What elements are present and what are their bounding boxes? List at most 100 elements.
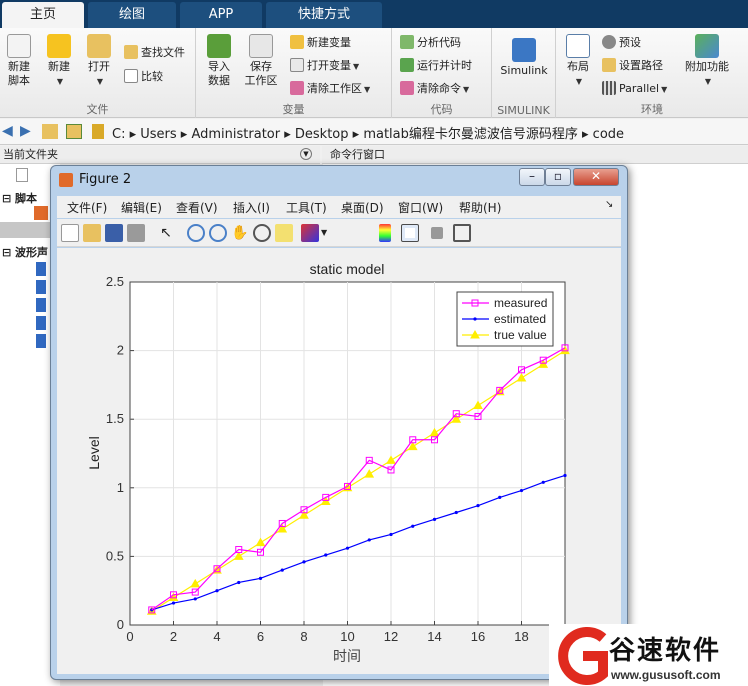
brand-url: www.gususoft.com <box>611 668 721 682</box>
watermark: 谷速软件 www.gususoft.com <box>549 624 748 686</box>
audio-file-icon[interactable] <box>36 280 46 294</box>
menu-view[interactable]: 查看(V) <box>176 199 218 216</box>
menu-desktop[interactable]: 桌面(D) <box>341 199 384 216</box>
brush-icon[interactable] <box>301 224 319 242</box>
figure-window[interactable]: Figure 2 – ▫ ✕ 文件(F) 编辑(E) 查看(V) 插入(I) 工… <box>50 165 628 680</box>
new-figure-icon[interactable] <box>61 224 79 242</box>
minimize-button[interactable]: – <box>519 168 545 186</box>
estimated-marker <box>519 488 524 493</box>
estimated-marker <box>498 495 502 500</box>
legend-icon[interactable] <box>401 224 419 242</box>
crumb-administrator[interactable]: Administrator <box>191 127 280 142</box>
legend[interactable]: measured estimated true value <box>456 291 554 347</box>
menubar-dock-icon[interactable]: ↘ <box>605 199 613 210</box>
compare-button[interactable]: 比较 <box>124 68 163 86</box>
analyze-code-button[interactable]: 分析代码 <box>400 34 461 52</box>
audio-file-icon[interactable] <box>36 316 46 330</box>
new-script-button[interactable]: 新建 脚本 <box>2 34 36 88</box>
environment-section-label: 环境 <box>641 103 663 116</box>
new-plus-icon <box>47 34 71 58</box>
preferences-button[interactable]: 预设 <box>602 34 641 52</box>
open-variable-button[interactable]: 打开变量 ▼ <box>290 57 359 75</box>
address-bar: ◀ ▶ C: ▸ Users ▸ Administrator ▸ Desktop… <box>0 119 748 145</box>
addons-label: 附加功能 <box>685 60 729 73</box>
audio-file-icon[interactable] <box>36 262 46 276</box>
browse-folder-icon[interactable] <box>66 124 82 139</box>
tab-home[interactable]: 主页 <box>2 2 84 28</box>
clear-workspace-button[interactable]: 清除工作区 ▼ <box>290 80 370 98</box>
command-window-header: 命令行窗口 <box>322 146 748 164</box>
panel-menu-icon[interactable]: ▼ <box>300 148 312 160</box>
print-icon[interactable] <box>127 224 145 242</box>
new-button[interactable]: 新建 ▼ <box>42 34 76 89</box>
crumb-drive[interactable]: C: <box>112 127 125 142</box>
brand-name: 谷速软件 <box>609 636 722 666</box>
script-file-icon[interactable] <box>34 206 48 220</box>
crumb-users[interactable]: Users <box>140 127 176 142</box>
tab-apps[interactable]: APP <box>180 2 262 28</box>
show-plot-tools-icon[interactable] <box>453 224 471 242</box>
pan-hand-icon[interactable]: ✋ <box>231 224 249 242</box>
menu-insert[interactable]: 插入(I) <box>233 199 270 216</box>
open-file-icon[interactable] <box>83 224 101 242</box>
pointer-icon[interactable]: ↖ <box>157 224 175 242</box>
x-tick-label: 8 <box>300 629 307 644</box>
line-chart[interactable]: 02468101214161820 00.511.522.5 static mo… <box>57 248 621 674</box>
close-button[interactable]: ✕ <box>573 168 619 186</box>
audio-file-icon[interactable] <box>36 298 46 312</box>
menu-edit[interactable]: 编辑(E) <box>121 199 162 216</box>
layout-button[interactable]: 布局 ▼ <box>560 34 596 89</box>
y-tick-label: 2.5 <box>106 274 124 289</box>
estimated-marker <box>193 597 197 601</box>
back-arrow-icon[interactable]: ◀ <box>2 123 13 139</box>
new-variable-button[interactable]: 新建变量 <box>290 34 351 52</box>
tree-waves-label: 波形声 <box>15 246 49 259</box>
simulink-button[interactable]: Simulink <box>496 38 552 78</box>
simulink-icon <box>512 38 536 62</box>
run-and-time-button[interactable]: 运行并计时 <box>400 57 472 75</box>
save-icon[interactable] <box>105 224 123 242</box>
colorbar-icon[interactable] <box>379 224 391 242</box>
new-script-label: 新建 脚本 <box>8 60 30 87</box>
open-button[interactable]: 打开 ▼ <box>82 34 116 89</box>
maximize-button[interactable]: ▫ <box>545 168 571 186</box>
rotate-3d-icon[interactable] <box>253 224 271 242</box>
new-label: 新建 <box>48 60 70 73</box>
tab-plots[interactable]: 绘图 <box>88 2 176 28</box>
breadcrumb[interactable]: C: ▸ Users ▸ Administrator ▸ Desktop ▸ m… <box>112 123 624 142</box>
tab-shortcuts[interactable]: 快捷方式 <box>266 2 382 28</box>
import-data-button[interactable]: 导入 数据 <box>202 34 236 88</box>
tree-scripts-group[interactable]: ⊟ 脚本 <box>2 190 37 206</box>
estimated-marker <box>541 480 545 484</box>
clear-commands-button[interactable]: 清除命令 ▼ <box>400 80 469 98</box>
crumb-desktop[interactable]: Desktop <box>295 127 349 142</box>
audio-file-icon[interactable] <box>36 334 46 348</box>
path-folder-icon <box>92 124 104 139</box>
zoom-out-icon[interactable] <box>209 224 227 242</box>
forward-arrow-icon[interactable]: ▶ <box>20 123 31 139</box>
menu-file[interactable]: 文件(F) <box>67 199 107 216</box>
menu-help[interactable]: 帮助(H) <box>459 199 501 216</box>
addons-button[interactable]: 附加功能 ▼ <box>682 34 732 89</box>
brush-dropdown-icon[interactable]: ▼ <box>321 224 331 242</box>
up-folder-icon[interactable] <box>42 124 58 139</box>
set-path-button[interactable]: 设置路径 <box>602 57 663 75</box>
zoom-in-icon[interactable] <box>187 224 205 242</box>
estimated-marker <box>302 560 306 564</box>
tree-scripts-label: 脚本 <box>15 192 38 205</box>
figure-toolbar: ↖ ✋ ▼ <box>57 219 621 247</box>
layout-label: 布局 <box>567 60 589 73</box>
find-files-button[interactable]: 查找文件 <box>124 44 185 62</box>
tree-waves-group[interactable]: ⊟ 波形声 <box>2 244 48 260</box>
crumb-project[interactable]: matlab编程卡尔曼滤波信号源码程序 <box>363 127 578 142</box>
tab-bar: 主页 绘图 APP 快捷方式 <box>0 0 748 28</box>
hide-plot-tools-icon[interactable] <box>431 227 443 239</box>
parallel-button[interactable]: Parallel ▼ <box>602 80 667 98</box>
save-workspace-button[interactable]: 保存 工作区 <box>242 34 280 88</box>
menu-tools[interactable]: 工具(T) <box>286 199 327 216</box>
crumb-code[interactable]: code <box>593 127 624 142</box>
x-tick-label: 16 <box>471 629 485 644</box>
menu-window[interactable]: 窗口(W) <box>398 199 443 216</box>
ribbon-environment-section: 布局 ▼ 预设 设置路径 Parallel ▼ 附加功能 ▼ 环境 <box>556 28 748 118</box>
data-cursor-icon[interactable] <box>275 224 293 242</box>
